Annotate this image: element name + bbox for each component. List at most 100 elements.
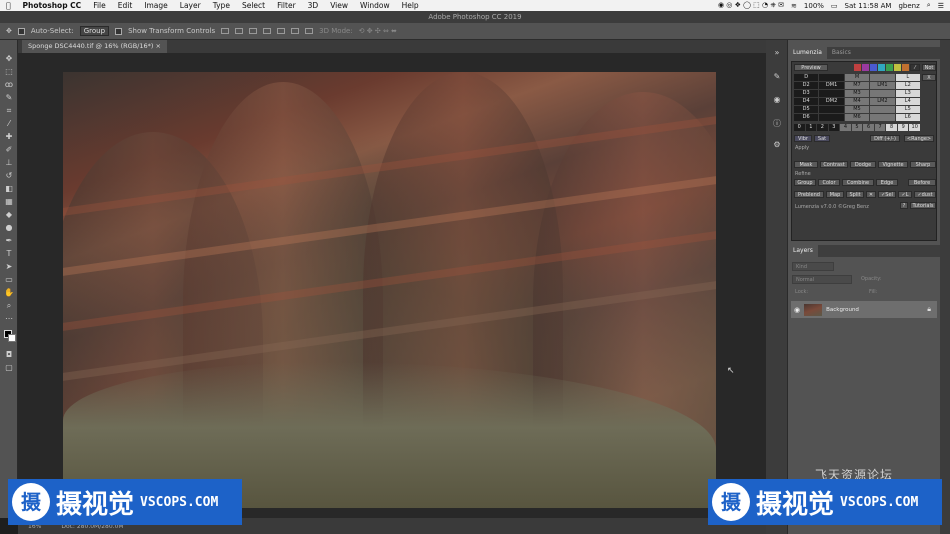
document-tab[interactable]: Sponge DSC4440.tif @ 16% (RGB/16*) × (22, 40, 167, 53)
preview-dropdown[interactable]: Preview (794, 64, 828, 71)
tab-basics[interactable]: Basics (827, 47, 856, 59)
menu-edit[interactable]: Edit (112, 1, 139, 10)
swatch-green[interactable] (886, 64, 893, 71)
sat-button[interactable]: Sat (814, 135, 830, 142)
brush-settings-icon[interactable]: ✎ (772, 72, 782, 82)
zone-button[interactable]: L6 (895, 114, 920, 121)
swatch-magenta[interactable] (862, 64, 869, 71)
opacity-label[interactable]: Opacity: (858, 275, 936, 284)
zone-number[interactable]: 9 (897, 124, 909, 131)
apple-icon[interactable]:  (0, 1, 17, 10)
tab-lumenzia[interactable]: Lumenzia (788, 47, 827, 59)
align-bottom-icon[interactable] (249, 28, 258, 34)
zone-button[interactable]: D6 (794, 114, 819, 121)
zone-button[interactable]: M7 (844, 82, 870, 89)
quick-mask-icon[interactable]: ◘ (4, 350, 14, 360)
fill-label[interactable]: Fill: (866, 288, 936, 297)
x-button[interactable]: X (922, 74, 936, 81)
close-icon[interactable]: × (155, 42, 160, 50)
zone-number[interactable]: 6 (863, 124, 874, 131)
navigator-icon[interactable]: ◉ (772, 95, 782, 105)
lasso-tool-icon[interactable]: ꝏ (4, 80, 14, 90)
menu-list-icon[interactable]: ☰ (938, 2, 944, 10)
eye-icon[interactable]: ◉ (794, 306, 800, 314)
zone-number[interactable]: 0 (794, 124, 805, 131)
menu-file[interactable]: File (87, 1, 112, 10)
zone-button[interactable]: M4 (844, 98, 870, 105)
shape-tool-icon[interactable]: ▭ (4, 275, 14, 285)
move-tool-icon[interactable]: ✥ (6, 27, 12, 35)
diff-button[interactable]: Diff (+/-) (870, 135, 900, 142)
zone-button[interactable]: L2 (895, 82, 920, 89)
auto-select-checkbox[interactable] (17, 27, 25, 35)
quick-select-tool-icon[interactable]: ✎ (4, 93, 14, 103)
align-top-icon[interactable] (221, 28, 230, 34)
sharp-button[interactable]: Sharp (910, 161, 936, 168)
before-button[interactable]: Before (908, 179, 936, 186)
user-name[interactable]: gbenz (898, 2, 919, 10)
zoom-tool-icon[interactable]: ⌕ (4, 301, 14, 311)
dodge-tool-icon[interactable]: ● (4, 223, 14, 233)
lock-icon[interactable]: 🔒︎ (927, 305, 931, 314)
not-button[interactable]: Not (922, 64, 936, 71)
zone-button[interactable] (819, 90, 844, 97)
zone-button[interactable]: D2 (794, 82, 819, 89)
eraser-tool-icon[interactable]: ◧ (4, 184, 14, 194)
color-button[interactable]: Color (818, 179, 840, 186)
zone-number[interactable]: 10 (909, 124, 920, 131)
collapse-icon[interactable]: » (772, 48, 782, 58)
zone-button[interactable]: D (794, 74, 819, 81)
blur-tool-icon[interactable]: ◆ (4, 210, 14, 220)
zone-button[interactable]: D4 (794, 98, 819, 105)
menu-3d[interactable]: 3D (302, 1, 325, 10)
zone-button[interactable]: L4 (895, 98, 920, 105)
edit-toolbar-icon[interactable]: ⋯ (4, 314, 14, 324)
status-icons[interactable]: ◉ ◎ ❖ ◯ ⬚ ◔ ⎈ ✉ (718, 1, 784, 10)
brush-tool-icon[interactable]: ✐ (4, 145, 14, 155)
auto-select-dropdown[interactable]: Group (79, 26, 110, 36)
zone-button[interactable]: L3 (895, 90, 920, 97)
type-tool-icon[interactable]: T (4, 249, 14, 259)
zone-button[interactable] (819, 114, 844, 121)
zone-button[interactable]: L (895, 74, 920, 81)
zone-button[interactable]: M5 (844, 106, 870, 113)
clock[interactable]: Sat 11:58 AM (845, 2, 892, 10)
zone-button[interactable]: L5 (895, 106, 920, 113)
properties-icon[interactable]: ⚙ (772, 140, 782, 150)
hand-tool-icon[interactable]: ✋ (4, 288, 14, 298)
zone-button[interactable] (870, 74, 895, 81)
align-center-icon[interactable] (277, 28, 286, 34)
info-icon[interactable]: ⓘ (772, 118, 782, 128)
menu-select[interactable]: Select (236, 1, 271, 10)
swatch-yellow[interactable] (894, 64, 901, 71)
canvas-area[interactable] (18, 53, 766, 518)
contrast-button[interactable]: Contrast (820, 161, 848, 168)
zone-button[interactable]: D3 (794, 90, 819, 97)
zone-button[interactable]: M3 (844, 90, 870, 97)
menu-help[interactable]: Help (396, 1, 425, 10)
zone-button[interactable] (870, 90, 895, 97)
combine-button[interactable]: Combine (842, 179, 874, 186)
eyedropper-icon[interactable]: ⁄ (910, 64, 920, 71)
zone-button[interactable] (819, 74, 844, 81)
zone-button[interactable]: D5 (794, 106, 819, 113)
history-brush-icon[interactable]: ↺ (4, 171, 14, 181)
move-tool-icon[interactable]: ✥ (4, 54, 14, 64)
tab-layers[interactable]: Layers (788, 245, 818, 257)
zone-button[interactable]: DM1 (819, 82, 844, 89)
zone-number[interactable]: 5 (851, 124, 863, 131)
check-sel-button[interactable]: ✓Sel (878, 191, 896, 198)
preblend-button[interactable]: Preblend (794, 191, 824, 198)
align-left-icon[interactable] (263, 28, 272, 34)
zone-button[interactable]: LM1 (870, 82, 895, 89)
zone-number[interactable]: 1 (805, 124, 817, 131)
swatch-orange[interactable] (902, 64, 909, 71)
marquee-tool-icon[interactable]: ⬚ (4, 67, 14, 77)
zone-button[interactable] (870, 106, 895, 113)
panel-scrollbar[interactable] (940, 40, 950, 534)
map-button[interactable]: Map (826, 191, 844, 198)
help-button[interactable]: ? (900, 202, 908, 209)
search-icon[interactable]: ⌕ (927, 1, 931, 10)
vibr-button[interactable]: Vibr (794, 135, 812, 142)
zone-button[interactable]: DM2 (819, 98, 844, 105)
